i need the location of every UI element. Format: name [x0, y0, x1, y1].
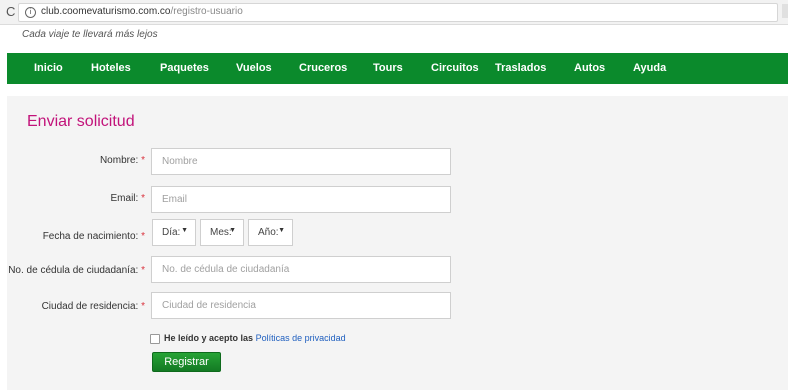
chevron-down-icon: ▼: [181, 227, 188, 234]
nav-item-cruceros[interactable]: Cruceros: [299, 53, 347, 84]
form-panel: [7, 96, 788, 390]
chevron-down-icon: ▼: [278, 227, 285, 234]
cedula-label-text: No. de cédula de ciudadanía:: [8, 265, 139, 276]
extension-icon[interactable]: [782, 4, 788, 18]
url-domain: club.coomevaturismo.com.co: [41, 6, 171, 17]
email-label: Email: *: [111, 193, 145, 204]
nav-item-circuitos[interactable]: Circuitos: [431, 53, 479, 84]
birth-year-value: Año:: [258, 227, 279, 238]
birth-day-select[interactable]: Día: ▼: [152, 219, 196, 246]
site-tagline: Cada viaje te llevará más lejos: [22, 29, 158, 40]
url-field[interactable]: i club.coomevaturismo.com.co/registro-us…: [18, 3, 788, 22]
birth-day-value: Día:: [162, 227, 181, 238]
required-mark: *: [141, 231, 145, 242]
birthdate-label: Fecha de nacimiento: *: [43, 231, 145, 242]
cedula-input[interactable]: [151, 256, 451, 283]
url-text[interactable]: club.coomevaturismo.com.co/registro-usua…: [41, 6, 243, 17]
nav-item-traslados[interactable]: Traslados: [495, 53, 546, 84]
ciudad-input[interactable]: [151, 292, 451, 319]
nav-item-hoteles[interactable]: Hoteles: [91, 53, 131, 84]
birthdate-label-text: Fecha de nacimiento:: [42, 231, 139, 242]
register-button[interactable]: Registrar: [152, 352, 221, 372]
email-input[interactable]: [151, 186, 451, 213]
nombre-label: Nombre: *: [100, 155, 145, 166]
required-mark: *: [141, 301, 145, 312]
browser-address-bar: C i club.coomevaturismo.com.co/registro-…: [0, 0, 788, 25]
chevron-down-icon: ▼: [229, 227, 236, 234]
privacy-policy-link[interactable]: Políticas de privacidad: [256, 333, 346, 343]
privacy-checkbox[interactable]: [150, 334, 160, 344]
cedula-label: No. de cédula de ciudadanía: *: [8, 265, 145, 276]
nav-item-tours[interactable]: Tours: [373, 53, 403, 84]
nav-item-ayuda[interactable]: Ayuda: [633, 53, 666, 84]
ciudad-label: Ciudad de residencia: *: [42, 301, 145, 312]
page-title: Enviar solicitud: [27, 113, 135, 130]
email-label-text: Email:: [110, 193, 139, 204]
main-nav: Inicio Hoteles Paquetes Vuelos Cruceros …: [7, 53, 788, 84]
ciudad-label-text: Ciudad de residencia:: [41, 301, 139, 312]
nav-item-paquetes[interactable]: Paquetes: [160, 53, 209, 84]
birth-year-select[interactable]: Año: ▼: [248, 219, 293, 246]
required-mark: *: [141, 265, 145, 276]
info-icon[interactable]: i: [25, 7, 36, 18]
url-path: /registro-usuario: [170, 6, 243, 17]
required-mark: *: [141, 155, 145, 166]
nav-item-autos[interactable]: Autos: [574, 53, 605, 84]
nav-item-inicio[interactable]: Inicio: [34, 53, 63, 84]
nombre-input[interactable]: [151, 148, 451, 175]
birth-month-select[interactable]: Mes: ▼: [200, 219, 244, 246]
privacy-terms: He leído y acepto las Políticas de priva…: [164, 333, 346, 343]
terms-text: He leído y acepto las: [164, 333, 254, 343]
nav-item-vuelos[interactable]: Vuelos: [236, 53, 272, 84]
required-mark: *: [141, 193, 145, 204]
nombre-label-text: Nombre:: [99, 155, 139, 166]
reload-icon[interactable]: C: [6, 4, 15, 19]
